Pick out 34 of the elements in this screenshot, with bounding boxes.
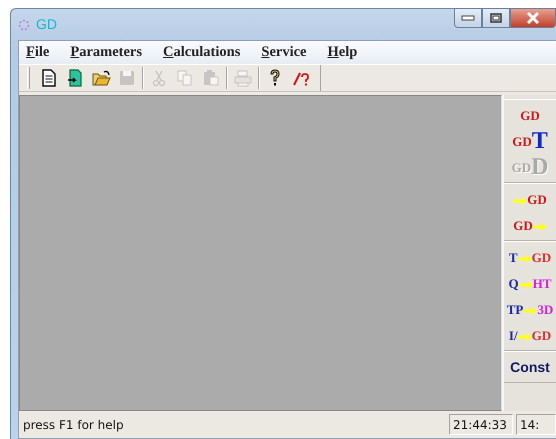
printer-icon (233, 68, 253, 88)
open-folder-icon (91, 68, 111, 88)
minimize-icon (461, 15, 475, 21)
clipboard-icon (201, 68, 221, 88)
window-title: GD (36, 15, 57, 34)
arrow-icon (513, 196, 528, 205)
arrow-icon (532, 222, 547, 231)
status-pane: 14: (516, 414, 556, 435)
maximize-icon (490, 13, 502, 23)
panel-button[interactable]: GDT (504, 128, 556, 154)
panel-button[interactable]: GD (504, 102, 556, 128)
panel-button[interactable]: I/ GD (504, 322, 556, 348)
menu-item[interactable]: Help (327, 45, 368, 60)
arrow-icon (523, 306, 538, 315)
menu-item[interactable]: File (26, 45, 60, 60)
status-time: 21:44:33 (449, 414, 513, 435)
menu-item[interactable]: Parameters (70, 45, 152, 60)
arrow-icon (518, 332, 532, 341)
menu-item[interactable]: Service (261, 45, 316, 60)
arrow-icon (518, 254, 532, 263)
panel-button[interactable]: Const (504, 354, 556, 380)
panel-button[interactable]: GD (504, 212, 556, 238)
menu-item[interactable]: Calculations (163, 45, 250, 60)
app-icon (18, 19, 30, 32)
panel-button[interactable]: T GD (504, 244, 556, 270)
panel-button[interactable]: TP 3D (504, 296, 556, 322)
panel-button[interactable]: GD (504, 186, 556, 212)
maximize-button[interactable] (482, 8, 510, 28)
arrow-icon (518, 280, 533, 289)
close-icon (526, 12, 540, 24)
close-button[interactable] (510, 8, 556, 28)
minimize-button[interactable] (454, 8, 482, 28)
status-message: press F1 for help (22, 416, 125, 434)
panel-button[interactable]: Q HT (504, 270, 556, 296)
